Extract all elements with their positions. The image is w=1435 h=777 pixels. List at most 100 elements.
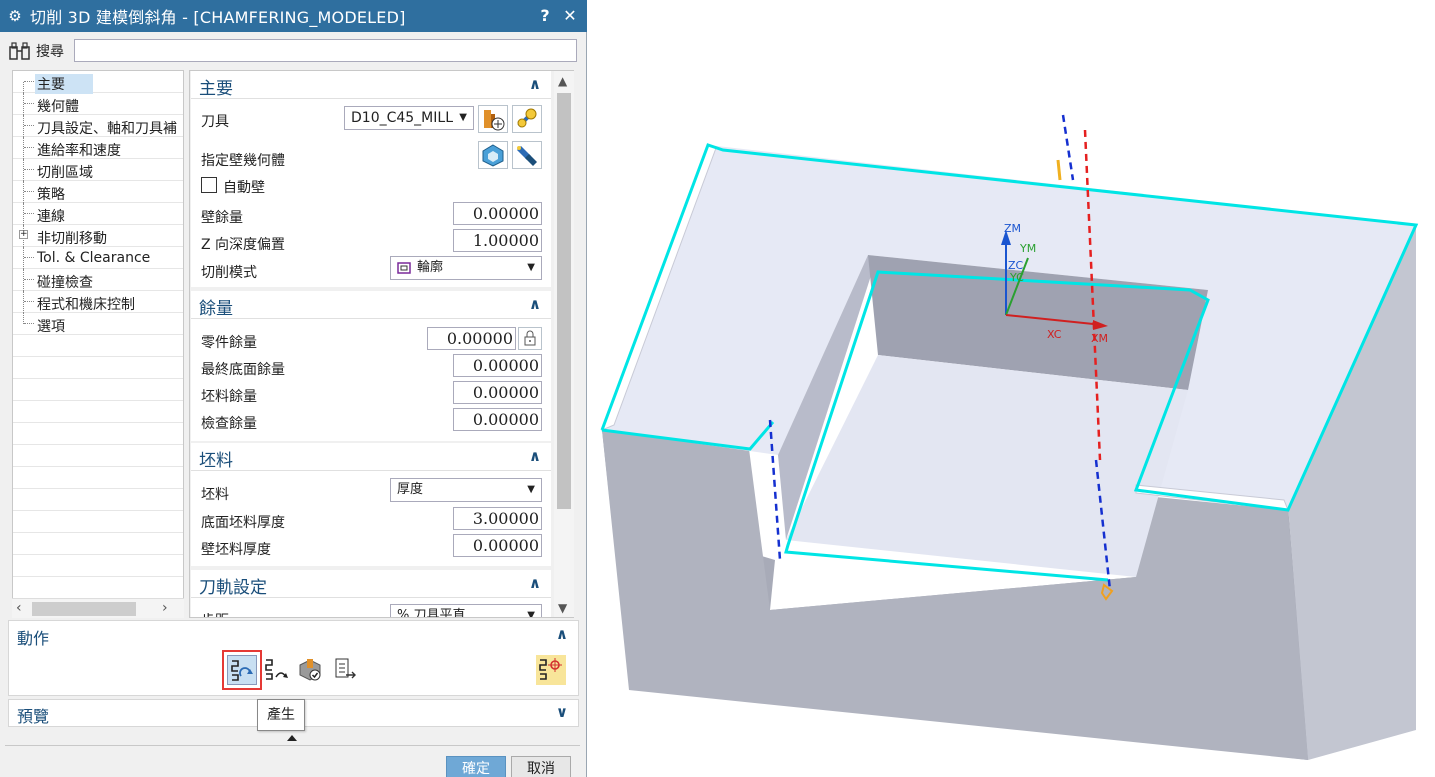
panel-vertical-scrollbar[interactable]: ▲ ▼ [554,71,574,617]
collapse-icon[interactable]: ∧ [556,625,568,643]
check-stock-input[interactable]: 0.00000 [453,408,542,431]
wall-stock-label: 壁餘量 [201,210,243,226]
z-offset-input[interactable]: 1.00000 [453,229,542,252]
floor-thickness-label: 底面坯料厚度 [201,515,285,531]
lock-button[interactable] [518,327,542,350]
wall-geometry-label: 指定壁幾何體 [201,153,285,169]
search-label: 搜尋 [36,44,64,60]
tool-label: 刀具 [201,114,229,130]
expand-icon[interactable]: ∨ [556,703,568,721]
stepover-select[interactable]: % 刀具平直 ▼ [390,604,542,617]
list-toolpath-button[interactable] [330,655,360,685]
collapse-icon[interactable]: ∧ [529,574,541,592]
group-main-title: 主要 [199,79,233,99]
group-blank-header[interactable]: 坯料 ∧ [191,443,551,471]
stepover-label: 步距 [201,610,229,617]
floor-stock-label: 最終底面餘量 [201,362,285,378]
select-wall-button[interactable] [478,141,508,169]
axis-ym-label: YM [1019,242,1036,255]
ok-button[interactable]: 確定 [446,756,506,777]
wall-thickness-label: 壁坯料厚度 [201,542,271,558]
part-stock-label: 零件餘量 [201,335,257,351]
gear-icon: ⚙ [8,7,22,25]
scroll-down-icon[interactable]: ▼ [558,601,567,615]
operation-dialog: ⚙ 切削 3D 建模倒斜角 - [CHAMFERING_MODELED] ? ✕… [0,0,587,777]
nav-item-non-cutting[interactable]: + 非切削移動 [13,225,183,247]
close-button[interactable]: ✕ [560,6,580,25]
cut-pattern-select[interactable]: 輪廓 ▼ [390,256,542,280]
axis-zm-label: ZM [1004,222,1021,235]
nav-item-tolerance[interactable]: Tol. & Clearance [13,247,183,269]
part-stock-input[interactable]: 0.00000 [427,327,516,350]
stepover-row: 步距 % 刀具平直▼ [191,604,551,617]
search-input[interactable] [74,39,577,62]
blank-select[interactable]: 厚度 ▼ [390,478,542,502]
tool-select[interactable]: D10_C45_MILL ▼ [344,106,474,130]
scroll-thumb[interactable] [557,93,571,509]
expand-icon[interactable]: + [19,230,28,239]
z-offset-row: Z 向深度偏置 1.00000 [191,228,551,255]
floor-stock-input[interactable]: 0.00000 [453,354,542,377]
actions-group: 動作 ∧ [8,620,579,696]
nav-item-cut-area[interactable]: 切削區域 [13,159,183,181]
nav-item-connections[interactable]: 連線 [13,203,183,225]
settings-panel: 主要 ∧ 刀具 D10_C45_MILL ▼ 指定壁幾何體 自動壁 壁餘量 0.… [189,70,574,618]
locked-toolpath-button[interactable] [536,655,566,685]
nav-item-geometry[interactable]: 幾何體 [13,93,183,115]
scroll-left-icon[interactable]: ‹ [16,600,22,616]
search-row: 搜尋 [8,36,580,66]
verify-icon [299,659,321,681]
cut-pattern-label: 切削模式 [201,265,257,281]
dialog-title: 切削 3D 建模倒斜角 - [CHAMFERING_MODELED] [30,8,406,27]
group-main: 主要 ∧ 刀具 D10_C45_MILL ▼ 指定壁幾何體 自動壁 壁餘量 0.… [191,71,551,287]
auto-wall-row: 自動壁 [191,174,551,201]
nav-item-options[interactable]: 選項 [13,313,183,335]
nav-item-machine-control[interactable]: 程式和機床控制 [13,291,183,313]
nav-item-collision[interactable]: 碰撞檢查 [13,269,183,291]
help-button[interactable]: ? [535,6,555,25]
collapse-icon[interactable]: ∧ [529,295,541,313]
edit-tool-button[interactable] [512,105,542,133]
preview-title: 預覽 [17,707,50,726]
floor-thickness-input[interactable]: 3.00000 [453,507,542,530]
group-toolpath-header[interactable]: 刀軌設定 ∧ [191,570,551,598]
group-main-header[interactable]: 主要 ∧ [191,71,551,99]
nav-item-strategy[interactable]: 策略 [13,181,183,203]
generate-button[interactable] [222,650,262,690]
nav-item-tool-axis[interactable]: 刀具設定、軸和刀具補 [13,115,183,137]
cut-pattern-row: 切削模式 輪廓 ▼ [191,256,551,283]
collapse-icon[interactable]: ∧ [529,75,541,93]
z-offset-label: Z 向深度偏置 [201,237,286,253]
auto-wall-checkbox[interactable] [201,177,217,193]
scroll-right-icon[interactable]: › [162,600,168,616]
axis-xc-label: XC [1047,328,1062,341]
verify-button[interactable] [296,655,326,685]
cancel-button[interactable]: 取消 [511,756,571,777]
check-stock-row: 檢查餘量 0.00000 [191,407,551,434]
nav-horizontal-scrollbar[interactable]: ‹ › [12,598,184,618]
display-wall-button[interactable] [512,141,542,169]
axis-yc-label: YC [1009,271,1024,284]
tooltip-arrow [287,735,297,741]
dialog-titlebar: ⚙ 切削 3D 建模倒斜角 - [CHAMFERING_MODELED] ? ✕ [0,0,587,32]
collapse-icon[interactable]: ∧ [529,447,541,465]
group-stock-header[interactable]: 餘量 ∧ [191,291,551,319]
auto-wall-label: 自動壁 [223,180,265,196]
scroll-thumb[interactable] [32,602,136,616]
nav-item-main[interactable]: 主要 [13,71,183,94]
part-model: ZM YM ZC YC XC XM [600,114,1419,760]
part-stock-row: 零件餘量 0.00000 [191,326,551,353]
nav-item-feeds-speeds[interactable]: 進給率和速度 [13,137,183,159]
profile-pattern-icon [397,262,411,274]
wall-thickness-input[interactable]: 0.00000 [453,534,542,557]
lock-icon [524,330,536,346]
new-tool-button[interactable] [478,105,508,133]
scroll-up-icon[interactable]: ▲ [558,74,567,88]
replay-button[interactable] [262,655,292,685]
list-export-icon [335,658,356,679]
group-blank-title: 坯料 [199,451,233,471]
generate-tooltip: 產生 [257,699,305,731]
blank-stock-input[interactable]: 0.00000 [453,381,542,404]
graphics-viewport[interactable]: ZM YM ZC YC XC XM [588,0,1435,777]
wall-stock-input[interactable]: 0.00000 [453,202,542,225]
